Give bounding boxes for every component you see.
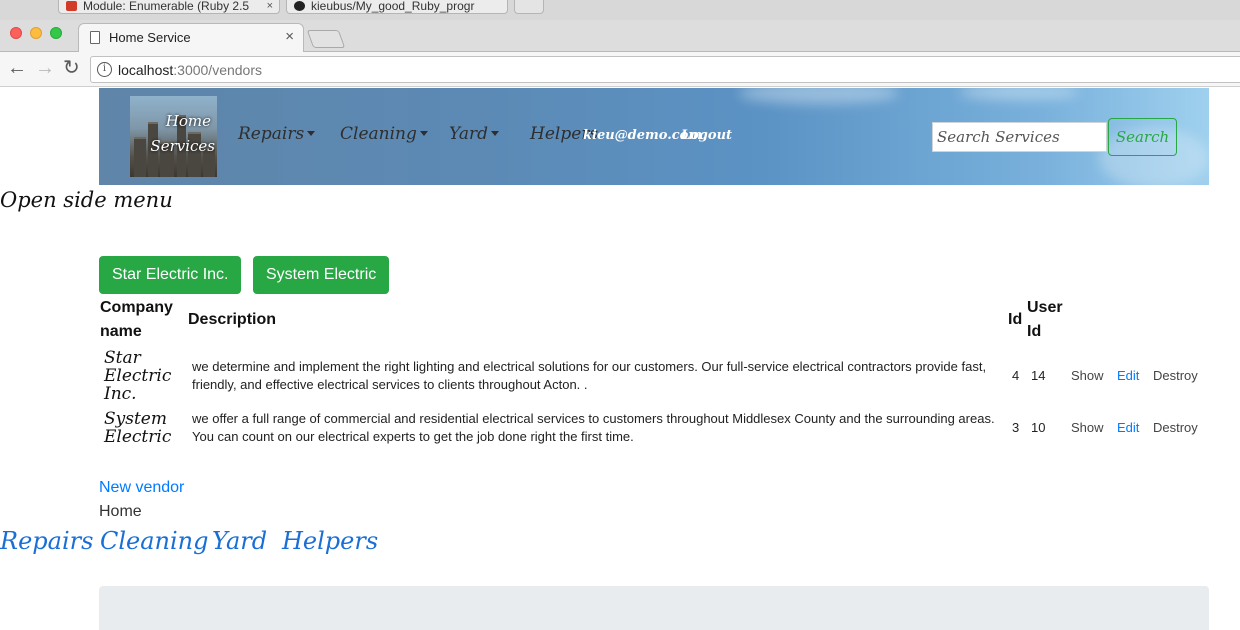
destroy-link[interactable]: Destroy <box>1153 368 1198 383</box>
caret-down-icon <box>307 131 316 136</box>
nav-repairs-dropdown[interactable]: Repairs <box>238 124 316 144</box>
edit-link[interactable]: Edit <box>1117 420 1139 435</box>
id-cell: 3 <box>1012 420 1020 435</box>
window-minimize-button[interactable] <box>30 27 42 39</box>
cloud-decoration <box>739 88 899 104</box>
footer-link-yard[interactable]: Yard <box>212 527 267 555</box>
forward-arrow-icon[interactable]: → <box>35 56 55 80</box>
background-new-tab-button[interactable] <box>514 0 544 14</box>
background-tab-title: Module: Enumerable (Ruby 2.5 <box>83 0 250 13</box>
browser-toolbar: ← → ↻ i localhost:3000/vendors <box>0 52 1240 87</box>
search-button[interactable]: Search <box>1108 118 1177 156</box>
home-text: Home <box>99 503 142 520</box>
company-name-cell: Star Electric Inc. <box>104 349 184 403</box>
description-cell: we offer a full range of commercial and … <box>192 411 995 444</box>
company-name-line: Star <box>104 348 141 368</box>
column-header-user-id: User Id <box>1027 296 1063 344</box>
close-tab-icon[interactable]: × <box>285 28 294 45</box>
github-favicon-icon <box>294 1 305 11</box>
header-line: Id <box>1027 323 1042 340</box>
site-header: Home Services Repairs Cleaning Yard Help… <box>99 88 1209 185</box>
nav-cleaning-dropdown[interactable]: Cleaning <box>340 124 428 144</box>
window-close-button[interactable] <box>10 27 22 39</box>
column-header-id: Id <box>1008 311 1023 328</box>
background-tab-strip: Module: Enumerable (Ruby 2.5 × kieubus/M… <box>0 0 1240 20</box>
vendor-button-star-electric[interactable]: Star Electric Inc. <box>99 256 242 294</box>
user-id-cell: 14 <box>1031 368 1046 383</box>
close-tab-icon[interactable]: × <box>267 0 273 12</box>
window-zoom-button[interactable] <box>50 27 62 39</box>
url-host: localhost <box>118 62 174 78</box>
footer-link-repairs[interactable]: Repairs <box>0 527 93 555</box>
jumbotron-panel <box>99 586 1209 630</box>
company-name-line: Inc. <box>104 384 137 404</box>
page-icon <box>90 31 100 44</box>
tab-title: Home Service <box>109 30 191 45</box>
search-input[interactable] <box>932 122 1107 152</box>
new-tab-button[interactable] <box>306 30 346 48</box>
background-tab-github[interactable]: kieubus/My_good_Ruby_progr <box>286 0 508 14</box>
id-cell: 4 <box>1012 368 1020 383</box>
company-name-cell: System Electric <box>104 410 184 446</box>
user-id-cell: 10 <box>1031 420 1046 435</box>
company-name-line: System <box>104 409 167 429</box>
tab-strip: Home Service × <box>0 20 1240 53</box>
company-name-line: Electric <box>104 366 172 386</box>
site-logo[interactable]: Home Services <box>130 96 217 177</box>
ruby-favicon-icon <box>66 1 77 11</box>
header-line: name <box>100 323 142 340</box>
cloud-decoration <box>959 88 1079 100</box>
show-link[interactable]: Show <box>1071 420 1104 435</box>
logo-text-services: Services <box>150 137 215 155</box>
tab-home-service[interactable]: Home Service × <box>78 23 304 53</box>
destroy-link[interactable]: Destroy <box>1153 420 1198 435</box>
back-arrow-icon[interactable]: ← <box>7 56 27 80</box>
description-cell: we determine and implement the right lig… <box>192 359 987 392</box>
company-name-line: Electric <box>104 427 172 447</box>
caret-down-icon <box>419 131 428 136</box>
logout-link[interactable]: Logout <box>681 128 732 143</box>
vendor-button-system-electric[interactable]: System Electric <box>253 256 390 294</box>
open-side-menu-link[interactable]: Open side menu <box>0 188 173 212</box>
show-link[interactable]: Show <box>1071 368 1104 383</box>
edit-link[interactable]: Edit <box>1117 368 1139 383</box>
footer-link-helpers[interactable]: Helpers <box>282 527 378 555</box>
info-icon[interactable]: i <box>97 62 112 77</box>
nav-label: Yard <box>449 124 489 144</box>
column-header-description: Description <box>188 311 277 328</box>
background-tab-ruby-docs[interactable]: Module: Enumerable (Ruby 2.5 × <box>58 0 280 14</box>
url-text[interactable]: localhost:3000/vendors <box>118 62 262 78</box>
nav-label: Cleaning <box>340 124 417 144</box>
reload-icon[interactable]: ↻ <box>63 56 80 80</box>
footer-link-cleaning[interactable]: Cleaning <box>100 527 209 555</box>
background-tab-title: kieubus/My_good_Ruby_progr <box>311 0 475 13</box>
new-vendor-link[interactable]: New vendor <box>99 479 184 497</box>
column-header-company-name: Company name <box>100 296 173 344</box>
logo-text-home: Home <box>165 112 211 130</box>
logo-building <box>134 137 146 177</box>
url-path: :3000/vendors <box>173 62 262 78</box>
address-bar[interactable]: i localhost:3000/vendors <box>90 56 1240 83</box>
nav-label: Repairs <box>238 124 305 144</box>
header-line: Company <box>100 299 173 316</box>
header-line: User <box>1027 299 1063 316</box>
nav-yard-dropdown[interactable]: Yard <box>449 124 500 144</box>
caret-down-icon <box>491 131 500 136</box>
